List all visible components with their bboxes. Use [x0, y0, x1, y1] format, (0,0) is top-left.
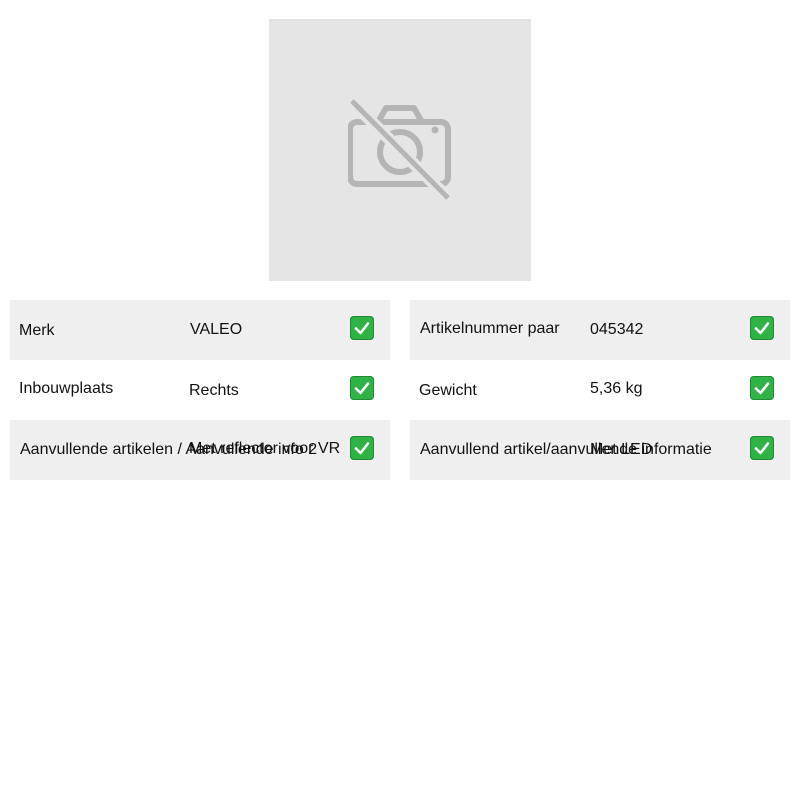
spec-row-merk: Merk VALEO [10, 300, 390, 360]
product-image-placeholder [269, 19, 531, 281]
spec-row-gewicht: Gewicht 5,36 kg [410, 360, 790, 420]
spec-row-artikelnummer-paar: Artikelnummer paar 045342 [410, 300, 790, 360]
spec-value: Met reflector voor VR [189, 440, 341, 457]
spec-value: Rechts [189, 382, 239, 399]
checkmark-icon [350, 436, 374, 460]
camera-off-icon [348, 98, 452, 202]
spec-row-inbouwplaats: Inbouwplaats Rechts [10, 360, 390, 420]
spec-label: Artikelnummer paar [420, 320, 560, 337]
checkmark-icon [350, 376, 374, 400]
spec-label: Gewicht [419, 382, 477, 399]
spec-label: Aanvullend artikel/aanvullende informati… [420, 441, 712, 458]
checkmark-icon [350, 316, 374, 340]
spec-label: Merk [19, 322, 55, 339]
spec-value: 5,36 kg [590, 380, 643, 397]
spec-value: 045342 [590, 321, 644, 338]
spec-row-aanvullende-artikelen: Aanvullende artikelen / Aanvullende info… [10, 420, 390, 480]
spec-row-aanvullend-artikel: Aanvullend artikel/aanvullende informati… [410, 420, 790, 480]
spec-label: Inbouwplaats [19, 380, 114, 397]
spec-value: Met LED [590, 441, 653, 458]
checkmark-icon [750, 376, 774, 400]
checkmark-icon [750, 316, 774, 340]
spec-value: VALEO [190, 321, 243, 338]
checkmark-icon [750, 436, 774, 460]
